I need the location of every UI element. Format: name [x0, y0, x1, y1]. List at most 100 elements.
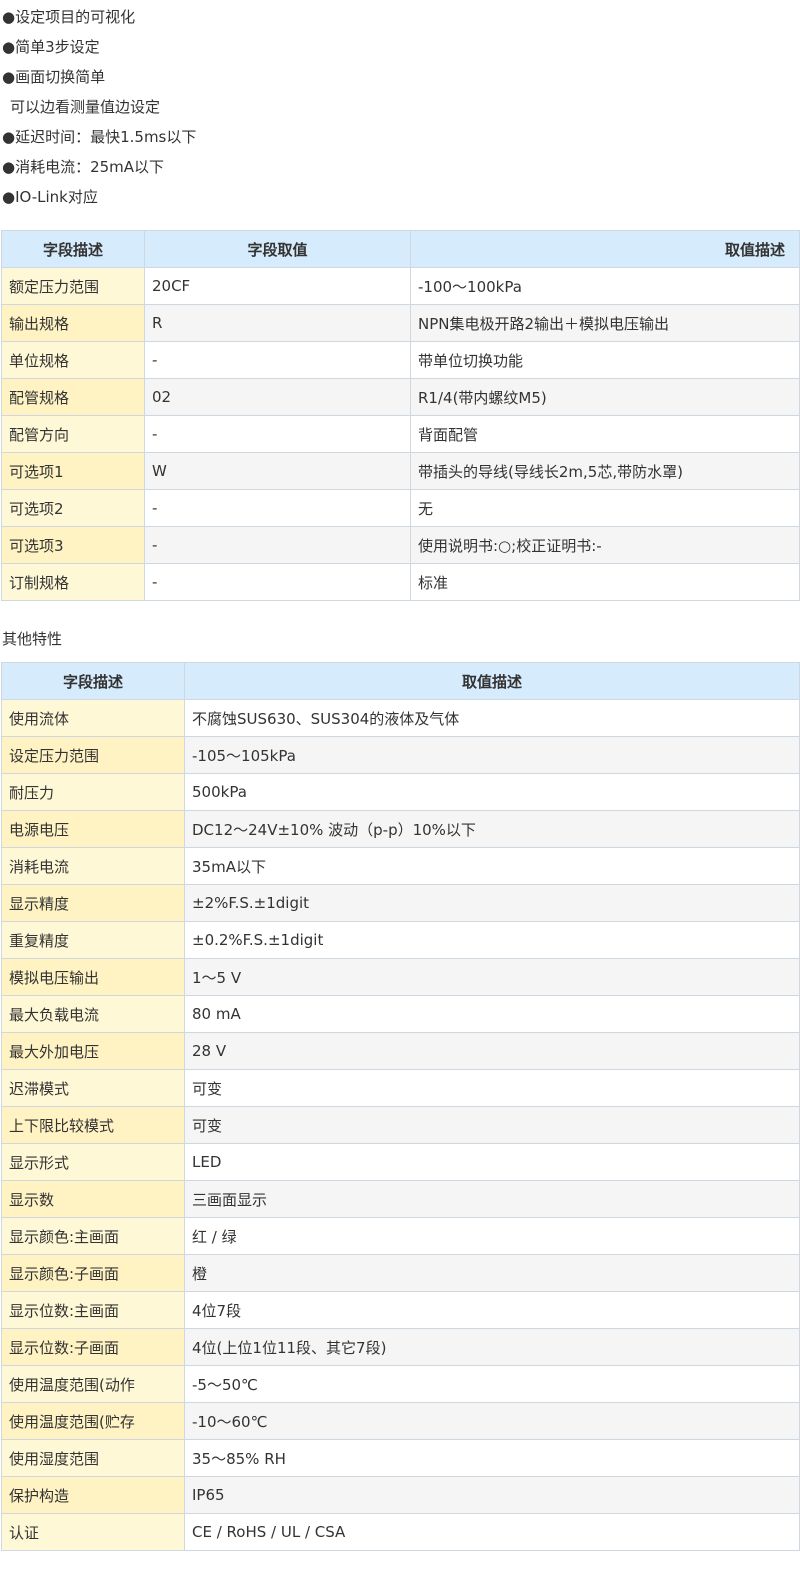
field-label-cell: 订制规格 [1, 563, 145, 601]
table-row: 消耗电流 35mA以下 [1, 847, 800, 885]
field-label-cell: 消耗电流 [1, 847, 185, 885]
section-title: 其他特性 [2, 630, 63, 648]
field-value-cell: R1/4(带内螺纹M5) [410, 378, 800, 416]
table-row: 显示颜色:子画面橙 [1, 1254, 800, 1292]
field-value-cell: 使用说明书:○;校正证明书:- [410, 526, 800, 564]
field-value-cell: LED [184, 1143, 800, 1181]
table-row: 保护构造 IP65 [1, 1476, 800, 1514]
field-value-cell: 无 [410, 489, 800, 527]
feature-item: ●设定项目的可视化 [2, 8, 136, 26]
column-header: 字段描述 [1, 230, 145, 268]
field-value-cell: - [144, 415, 411, 453]
table-row: 电源电压 DC12～24V±10% 波动（p-p）10%以下 [1, 810, 800, 848]
field-value-cell: 4位(上位1位11段、其它7段) [184, 1328, 800, 1366]
field-value-cell: IP65 [184, 1476, 800, 1514]
table-row: 输出规格 R NPN集电极开路2输出＋模拟电压输出 [1, 304, 800, 342]
field-value-cell: 三画面显示 [184, 1180, 800, 1218]
table-row: 显示精度 ±2%F.S.±1digit [1, 884, 800, 922]
field-value-cell: R [144, 304, 411, 342]
field-value-cell: 80 mA [184, 995, 800, 1033]
field-value-cell: 带单位切换功能 [410, 341, 800, 379]
table-row: 可选项3- 使用说明书:○;校正证明书:- [1, 526, 800, 564]
field-label-cell: 模拟电压输出 [1, 958, 185, 996]
other-spec-table: 字段描述 取值描述 使用流体 不腐蚀SUS630、SUS304的液体及气体 设定压力… [1, 662, 800, 1551]
field-value-cell: 02 [144, 378, 411, 416]
field-value-cell: -100～100kPa [410, 267, 800, 305]
field-label-cell: 最大外加电压 [1, 1032, 185, 1070]
field-value-cell: NPN集电极开路2输出＋模拟电压输出 [410, 304, 800, 342]
field-value-cell: 可变 [184, 1106, 800, 1144]
table-row: 迟滞模式 可变 [1, 1069, 800, 1107]
field-value-cell: - [144, 526, 411, 564]
field-label-cell: 额定压力范围 [1, 267, 145, 305]
table-row: 使用温度范围(贮存 -10～60℃ [1, 1402, 800, 1440]
field-value-cell: 标准 [410, 563, 800, 601]
table-row: 配管规格 02 R1/4(带内螺纹M5) [1, 378, 800, 416]
model-spec-table: 字段描述 字段取值 取值描述 额定压力范围 20CF -100～100kPa 输出规格… [1, 230, 800, 601]
table-header-row: 字段描述 取值描述 [1, 662, 800, 700]
field-value-cell: 带插头的导线(导线长2m,5芯,带防水罩) [410, 452, 800, 490]
table-row: 可选项2- 无 [1, 489, 800, 527]
feature-item: ●简单3步设定 [2, 38, 100, 56]
field-label-cell: 显示颜色:主画面 [1, 1217, 185, 1255]
table-row: 使用流体 不腐蚀SUS630、SUS304的液体及气体 [1, 699, 800, 737]
field-value-cell: ±0.2%F.S.±1digit [184, 921, 800, 959]
feature-item: ●消耗电流：25mA以下 [2, 158, 165, 176]
field-value-cell: - [144, 341, 411, 379]
field-label-cell: 最大负载电流 [1, 995, 185, 1033]
field-value-cell: CE / RoHS / UL / CSA [184, 1513, 800, 1551]
field-label-cell: 耐压力 [1, 773, 185, 811]
field-label-cell: 可选项1 [1, 452, 145, 490]
field-label-cell: 输出规格 [1, 304, 145, 342]
table-row: 耐压力 500kPa [1, 773, 800, 811]
field-label-cell: 认证 [1, 1513, 185, 1551]
field-value-cell: 橙 [184, 1254, 800, 1292]
field-value-cell: W [144, 452, 411, 490]
table-row: 额定压力范围 20CF -100～100kPa [1, 267, 800, 305]
table-row: 显示形式 LED [1, 1143, 800, 1181]
table-row: 订制规格 - 标准 [1, 563, 800, 601]
field-label-cell: 设定压力范围 [1, 736, 185, 774]
field-label-cell: 显示颜色:子画面 [1, 1254, 185, 1292]
table-row: 配管方向 - 背面配管 [1, 415, 800, 453]
column-header: 取值描述 [184, 662, 800, 700]
feature-item: 可以边看测量值边设定 [10, 98, 161, 116]
field-label-cell: 使用温度范围(贮存 [1, 1402, 185, 1440]
field-label-cell: 显示数 [1, 1180, 185, 1218]
table-row: 使用湿度范围 35～85% RH [1, 1439, 800, 1477]
field-label-cell: 显示形式 [1, 1143, 185, 1181]
field-label-cell: 电源电压 [1, 810, 185, 848]
table-row: 可选项1 W 带插头的导线(导线长2m,5芯,带防水罩) [1, 452, 800, 490]
field-label-cell: 迟滞模式 [1, 1069, 185, 1107]
table-row: 模拟电压输出 1～5 V [1, 958, 800, 996]
field-label-cell: 重复精度 [1, 921, 185, 959]
field-label-cell: 上下限比较模式 [1, 1106, 185, 1144]
table-row: 显示位数:子画面 4位(上位1位11段、其它7段) [1, 1328, 800, 1366]
field-label-cell: 显示位数:子画面 [1, 1328, 185, 1366]
table-row: 重复精度 ±0.2%F.S.±1digit [1, 921, 800, 959]
field-value-cell: - [144, 489, 411, 527]
field-value-cell: 背面配管 [410, 415, 800, 453]
field-value-cell: ±2%F.S.±1digit [184, 884, 800, 922]
field-label-cell: 保护构造 [1, 1476, 185, 1514]
table-row: 使用温度范围(动作 -5～50℃ [1, 1365, 800, 1403]
table-row: 单位规格 - 带单位切换功能 [1, 341, 800, 379]
field-value-cell: 红 / 绿 [184, 1217, 800, 1255]
field-value-cell: 35mA以下 [184, 847, 800, 885]
field-label-cell: 单位规格 [1, 341, 145, 379]
field-label-cell: 配管规格 [1, 378, 145, 416]
field-value-cell: DC12～24V±10% 波动（p-p）10%以下 [184, 810, 800, 848]
table-row: 显示位数:主画面 4位7段 [1, 1291, 800, 1329]
table-row: 显示颜色:主画面红 / 绿 [1, 1217, 800, 1255]
field-value-cell: 28 V [184, 1032, 800, 1070]
feature-item: ●延迟时间：最快1.5ms以下 [2, 128, 197, 146]
field-value-cell: 可变 [184, 1069, 800, 1107]
field-label-cell: 配管方向 [1, 415, 145, 453]
field-label-cell: 使用温度范围(动作 [1, 1365, 185, 1403]
field-label-cell: 显示精度 [1, 884, 185, 922]
table-row: 设定压力范围 -105～105kPa [1, 736, 800, 774]
field-value-cell: - [144, 563, 411, 601]
table-row: 上下限比较模式 可变 [1, 1106, 800, 1144]
field-value-cell: 35～85% RH [184, 1439, 800, 1477]
table-row: 最大负载电流 80 mA [1, 995, 800, 1033]
